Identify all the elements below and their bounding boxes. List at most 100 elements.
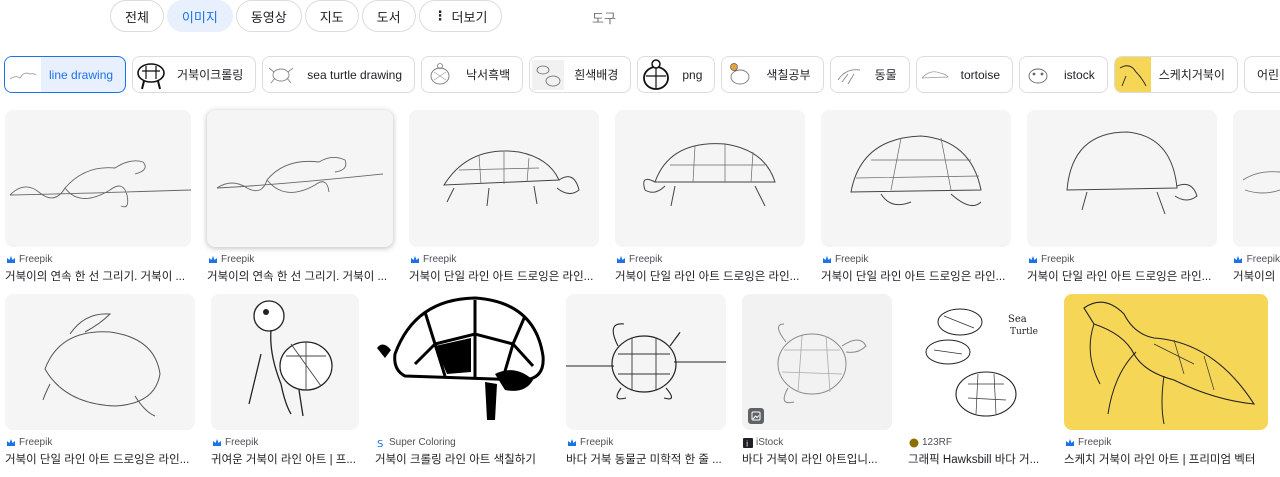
tab-images[interactable]: 이미지 [166, 0, 233, 32]
chip-coloring-study[interactable]: 색칠공부 [721, 56, 824, 93]
result-caption[interactable]: 거북이 단일 라인 아트 드로잉은 라인... [5, 451, 195, 467]
source-name: Freepik [221, 254, 255, 265]
result-caption[interactable]: 거북이 크롤링 라인 아트 색칠하기 [375, 451, 550, 467]
source-line: Freepik [409, 253, 599, 266]
result-caption[interactable]: 귀여운 거북이 라인 아트 | 프... [211, 451, 359, 467]
result-card[interactable]: Freepik 거북이의 [1233, 110, 1280, 284]
result-image[interactable] [1064, 294, 1268, 430]
chip-label: 스케치거북이 [1158, 68, 1225, 82]
result-card[interactable]: Freepik 스케치 거북이 라인 아트 | 프리미엄 벡터 [1064, 294, 1268, 467]
result-caption[interactable]: 거북이 단일 라인 아트 드로잉은 라인... [821, 268, 1011, 284]
source-line: Freepik [615, 253, 805, 266]
source-name: Freepik [1246, 254, 1280, 265]
result-card[interactable]: i iStock 바다 거북이 라인 아트입니... [742, 294, 892, 467]
result-image[interactable] [5, 294, 195, 430]
result-caption[interactable]: 바다 거북 동물군 미학적 한 줄 ... [566, 451, 726, 467]
result-image[interactable] [1233, 110, 1280, 247]
chip-label: 어린이색칠 [1256, 68, 1280, 82]
tab-label: 도서 [376, 9, 401, 25]
source-line: Freepik [5, 436, 195, 449]
image-badge-icon [748, 408, 764, 424]
result-card[interactable]: Sea Turtle 123RF 그래픽 Hawksbill 바다 거... [908, 294, 1048, 467]
tab-more[interactable]: ⋮ 더보기 [418, 0, 503, 32]
source-line: Freepik [1027, 253, 1217, 266]
source-name: iStock [756, 437, 784, 448]
result-caption[interactable]: 거북이의 연속 한 선 그리기. 거북이 ... [5, 268, 191, 284]
tab-videos[interactable]: 동영상 [235, 0, 302, 32]
result-image[interactable] [566, 294, 726, 430]
result-image[interactable]: Sea Turtle [908, 294, 1048, 430]
chip-thumbnail [916, 57, 953, 92]
chip-thumbnail [5, 57, 41, 92]
chip-label: line drawing [49, 67, 114, 82]
source-line: Freepik [1064, 436, 1268, 449]
chip-png[interactable]: png [637, 56, 716, 93]
freepik-crown-icon [1064, 437, 1075, 448]
tab-all[interactable]: 전체 [110, 0, 164, 32]
chip-label: istock [1064, 67, 1095, 82]
freepik-crown-icon [409, 254, 420, 265]
source-name: Freepik [629, 254, 663, 265]
chip-sketch-turtle[interactable]: 스케치거북이 [1113, 56, 1238, 93]
result-card[interactable]: Freepik 거북이 단일 라인 아트 드로잉은 라인... [409, 110, 599, 284]
result-caption[interactable]: 거북이의 연속 한 선 그리기. 거북이 ... [207, 268, 393, 284]
result-image[interactable] [5, 110, 191, 247]
freepik-crown-icon [821, 254, 832, 265]
source-line: Freepik [821, 253, 1011, 266]
result-image[interactable] [409, 110, 599, 247]
tab-label: 동영상 [250, 9, 287, 25]
svg-text:Sea: Sea [1008, 314, 1027, 325]
svg-text:Turtle: Turtle [1010, 327, 1038, 337]
source-line: S Super Coloring [375, 436, 550, 449]
result-caption[interactable]: 거북이 단일 라인 아트 드로잉은 라인... [409, 268, 599, 284]
freepik-crown-icon [566, 437, 577, 448]
result-image[interactable] [1027, 110, 1217, 247]
tab-label: 이미지 [181, 9, 218, 25]
chip-animal[interactable]: 동물 [829, 56, 910, 93]
result-image[interactable] [742, 294, 892, 430]
chip-istock[interactable]: istock [1019, 56, 1108, 93]
freepik-crown-icon [5, 254, 16, 265]
chip-sea-turtle-drawing[interactable]: sea turtle drawing [262, 56, 416, 93]
result-caption[interactable]: 스케치 거북이 라인 아트 | 프리미엄 벡터 [1064, 451, 1268, 467]
tools-button[interactable]: 도구 [592, 8, 616, 27]
chip-tortoise[interactable]: tortoise [915, 56, 1014, 93]
result-card[interactable]: Freepik 거북이 단일 라인 아트 드로잉은 라인... [615, 110, 805, 284]
result-caption[interactable]: 거북이 단일 라인 아트 드로잉은 라인... [1027, 268, 1217, 284]
result-image[interactable] [375, 294, 550, 430]
result-caption[interactable]: 거북이 단일 라인 아트 드로잉은 라인... [615, 268, 805, 284]
chip-thumbnail [1020, 57, 1057, 92]
result-card[interactable]: Freepik 거북이 단일 라인 아트 드로잉은 라인... [1027, 110, 1217, 284]
result-caption[interactable]: 바다 거북이 라인 아트입니... [742, 451, 892, 467]
result-card[interactable]: Freepik 거북이의 연속 한 선 그리기. 거북이 ... [207, 110, 393, 284]
chip-label: 동물 [874, 68, 897, 82]
suggestion-chips: line drawing 거북이크롤링 sea turtle drawing 낙… [4, 56, 1280, 93]
chip-label: png [682, 67, 703, 82]
chip-kids-coloring[interactable]: 어린이색칠 [1243, 56, 1280, 93]
chip-label: 색칠공부 [766, 68, 811, 82]
tab-books[interactable]: 도서 [361, 0, 416, 32]
source-line: Freepik [5, 253, 191, 266]
chip-turtle-crawling[interactable]: 거북이크롤링 [132, 56, 257, 93]
result-card[interactable]: S Super Coloring 거북이 크롤링 라인 아트 색칠하기 [375, 294, 550, 467]
result-image[interactable] [207, 110, 393, 247]
chip-thumbnail [263, 57, 300, 92]
chip-doodle-bw[interactable]: 낙서흑백 [421, 56, 524, 93]
result-card[interactable]: Freepik 귀여운 거북이 라인 아트 | 프... [211, 294, 359, 467]
chip-thumbnail [722, 57, 759, 92]
result-caption[interactable]: 그래픽 Hawksbill 바다 거... [908, 451, 1048, 467]
chip-thumbnail [1114, 57, 1151, 92]
result-image[interactable] [821, 110, 1011, 247]
result-card[interactable]: Freepik 거북이 단일 라인 아트 드로잉은 라인... [5, 294, 195, 467]
result-image[interactable] [211, 294, 359, 430]
result-card[interactable]: Freepik 거북이의 연속 한 선 그리기. 거북이 ... [5, 110, 191, 284]
result-image[interactable] [615, 110, 805, 247]
result-card[interactable]: Freepik 거북이 단일 라인 아트 드로잉은 라인... [821, 110, 1011, 284]
result-card[interactable]: Freepik 바다 거북 동물군 미학적 한 줄 ... [566, 294, 726, 467]
chip-line-drawing[interactable]: line drawing [4, 56, 127, 93]
source-name: Freepik [19, 437, 53, 448]
tab-maps[interactable]: 지도 [304, 0, 359, 32]
result-caption[interactable]: 거북이의 [1233, 268, 1280, 284]
chip-thumbnail [830, 57, 867, 92]
chip-white-background[interactable]: 흰색배경 [529, 56, 632, 93]
